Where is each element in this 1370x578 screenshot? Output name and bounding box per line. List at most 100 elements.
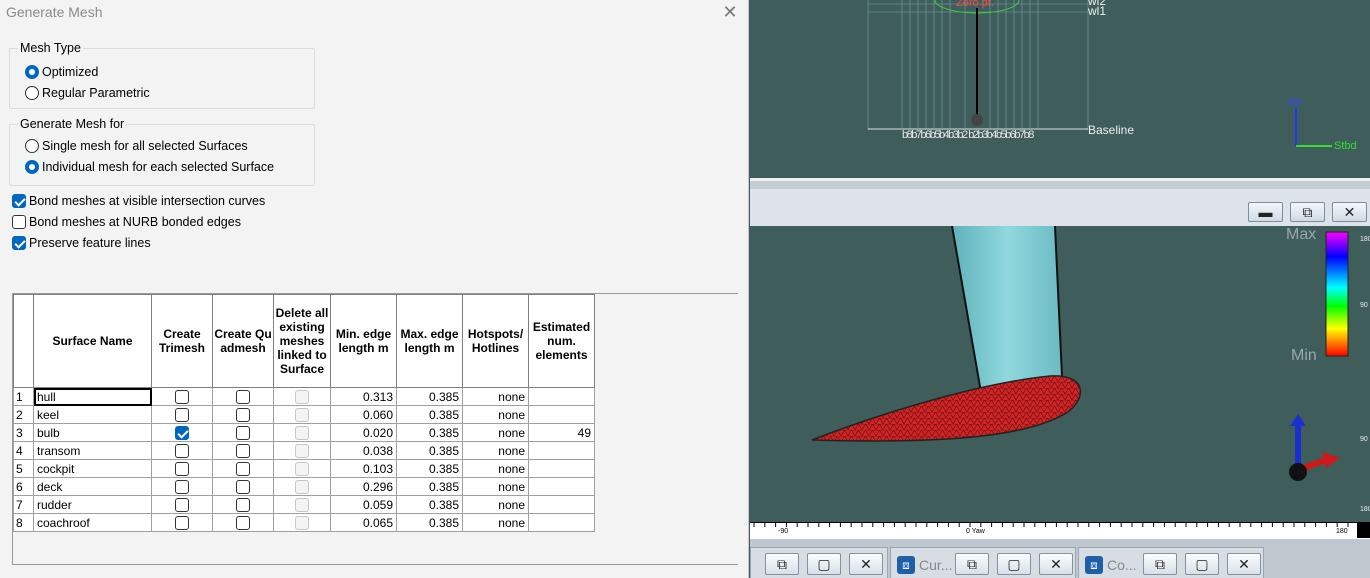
radio-individual-mesh[interactable]: Individual mesh for each selected Surfac… [25,160,274,174]
max-edge-cell[interactable]: 0.385 [396,513,463,532]
create-quadmesh-checkbox[interactable] [236,389,250,404]
hotspots-cell[interactable]: none [462,387,529,406]
perspective-viewport[interactable]: Max Min 180 90 90 180 [750,226,1370,522]
radio-individual-mesh-indicator[interactable] [25,160,39,174]
max-edge-cell[interactable]: 0.385 [396,423,463,442]
create-quadmesh-cell[interactable] [212,513,274,532]
radio-optimized[interactable]: Optimized [25,65,98,79]
radio-regular-parametric[interactable]: Regular Parametric [25,86,150,100]
surface-name-cell[interactable]: deck [33,477,152,496]
row-index[interactable]: 1 [13,387,34,406]
row-index[interactable]: 2 [13,405,34,424]
header-create-trimesh[interactable]: Create Trimesh [151,294,213,388]
create-quadmesh-cell[interactable] [212,477,274,496]
row-index[interactable]: 3 [13,423,34,442]
create-trimesh-checkbox[interactable] [175,407,189,422]
table-row[interactable]: 4 transom 0.038 0.385 none [13,441,595,460]
yaw-ruler[interactable]: -90 0 Yaw 180 [750,522,1357,538]
hotspots-cell[interactable]: none [462,459,529,478]
create-quadmesh-cell[interactable] [212,495,274,514]
hotspots-cell[interactable]: none [462,477,529,496]
min-edge-cell[interactable]: 0.296 [330,477,397,496]
close-icon[interactable]: ✕ [1039,553,1073,575]
create-quadmesh-cell[interactable] [212,387,274,406]
surface-grid[interactable]: Surface Name Create Trimesh Create Quadm… [12,293,738,565]
minimized-app-label-2[interactable]: Co... [1107,557,1137,573]
create-quadmesh-checkbox[interactable] [236,515,250,530]
radio-optimized-label[interactable]: Optimized [42,65,98,79]
header-estimated[interactable]: Estimated num. elements [528,294,595,388]
hotspots-cell[interactable]: none [462,495,529,514]
row-index[interactable]: 6 [13,477,34,496]
create-trimesh-checkbox[interactable] [175,443,189,458]
checkbox-bond-intersection[interactable]: Bond meshes at visible intersection curv… [12,194,265,208]
checkbox-bond-nurb-label[interactable]: Bond meshes at NURB bonded edges [29,215,241,229]
restore-icon[interactable]: ⧉ [1143,553,1177,575]
min-edge-cell[interactable]: 0.059 [330,495,397,514]
create-quadmesh-checkbox[interactable] [236,425,250,440]
create-quadmesh-checkbox[interactable] [236,479,250,494]
row-index[interactable]: 4 [13,441,34,460]
create-trimesh-checkbox[interactable] [175,479,189,494]
surface-name-cell[interactable]: transom [33,441,152,460]
header-min-edge[interactable]: Min. edge length m [330,294,397,388]
top-viewport[interactable]: Zero pt. wl2 wl1 b8b7b6b5b4b3b2 b2b3b4b5… [750,0,1370,178]
create-trimesh-checkbox[interactable] [175,389,189,404]
hotspots-cell[interactable]: none [462,405,529,424]
radio-single-mesh[interactable]: Single mesh for all selected Surfaces [25,139,248,153]
minimized-window-1[interactable]: ⧉ ▢ ✕ [750,547,888,578]
radio-individual-mesh-label[interactable]: Individual mesh for each selected Surfac… [42,160,274,174]
create-quadmesh-checkbox[interactable] [236,407,250,422]
checkbox-preserve-feature-label[interactable]: Preserve feature lines [29,236,151,250]
hotspots-cell[interactable]: none [462,513,529,532]
surface-name-cell[interactable]: coachroof [33,513,152,532]
create-trimesh-checkbox[interactable] [175,515,189,530]
create-trimesh-cell[interactable] [151,495,213,514]
header-max-edge[interactable]: Max. edge length m [396,294,463,388]
row-index[interactable]: 5 [13,459,34,478]
checkbox-bond-nurb[interactable]: Bond meshes at NURB bonded edges [12,215,241,229]
radio-regular-parametric-label[interactable]: Regular Parametric [42,86,150,100]
checkbox-preserve-feature[interactable]: Preserve feature lines [12,236,151,250]
max-edge-cell[interactable]: 0.385 [396,387,463,406]
create-quadmesh-cell[interactable] [212,459,274,478]
max-edge-cell[interactable]: 0.385 [396,441,463,460]
radio-single-mesh-label[interactable]: Single mesh for all selected Surfaces [42,139,248,153]
header-hotspots[interactable]: Hotspots/ Hotlines [462,294,529,388]
min-edge-cell[interactable]: 0.060 [330,405,397,424]
radio-optimized-indicator[interactable] [25,65,39,79]
maximize-icon[interactable]: ▢ [807,553,841,575]
table-row[interactable]: 2 keel 0.060 0.385 none [13,405,595,424]
surface-name-cell[interactable]: rudder [33,495,152,514]
hotspots-cell[interactable]: none [462,423,529,442]
close-icon[interactable]: ✕ [1227,553,1261,575]
min-edge-cell[interactable]: 0.065 [330,513,397,532]
hotspots-cell[interactable]: none [462,441,529,460]
create-trimesh-cell[interactable] [151,387,213,406]
row-index[interactable]: 7 [13,495,34,514]
maximize-icon[interactable]: ▢ [1185,553,1219,575]
close-icon[interactable]: ✕ [718,0,742,24]
create-trimesh-cell[interactable] [151,459,213,478]
header-delete-existing[interactable]: Delete all existing meshes linked to Sur… [273,294,331,388]
row-index[interactable]: 8 [13,513,34,532]
checkbox-bond-intersection-box[interactable] [12,194,26,208]
close-icon[interactable]: ✕ [849,553,883,575]
radio-single-mesh-indicator[interactable] [25,139,39,153]
surface-name-cell[interactable]: bulb [33,423,152,442]
checkbox-preserve-feature-box[interactable] [12,236,26,250]
close-viewport-icon[interactable]: ✕ [1332,202,1367,222]
min-edge-cell[interactable]: 0.103 [330,459,397,478]
viewport-splitter[interactable] [750,181,1370,189]
create-trimesh-cell[interactable] [151,513,213,532]
create-trimesh-cell[interactable] [151,405,213,424]
checkbox-bond-nurb-box[interactable] [12,215,26,229]
checkbox-bond-intersection-label[interactable]: Bond meshes at visible intersection curv… [29,194,265,208]
table-row[interactable]: 6 deck 0.296 0.385 none [13,477,595,496]
create-quadmesh-cell[interactable] [212,441,274,460]
table-row[interactable]: 1 hull 0.313 0.385 none [13,387,595,406]
surface-name-cell[interactable]: hull [33,387,152,406]
surface-name-cell[interactable]: cockpit [33,459,152,478]
max-edge-cell[interactable]: 0.385 [396,459,463,478]
create-trimesh-cell[interactable] [151,423,213,442]
